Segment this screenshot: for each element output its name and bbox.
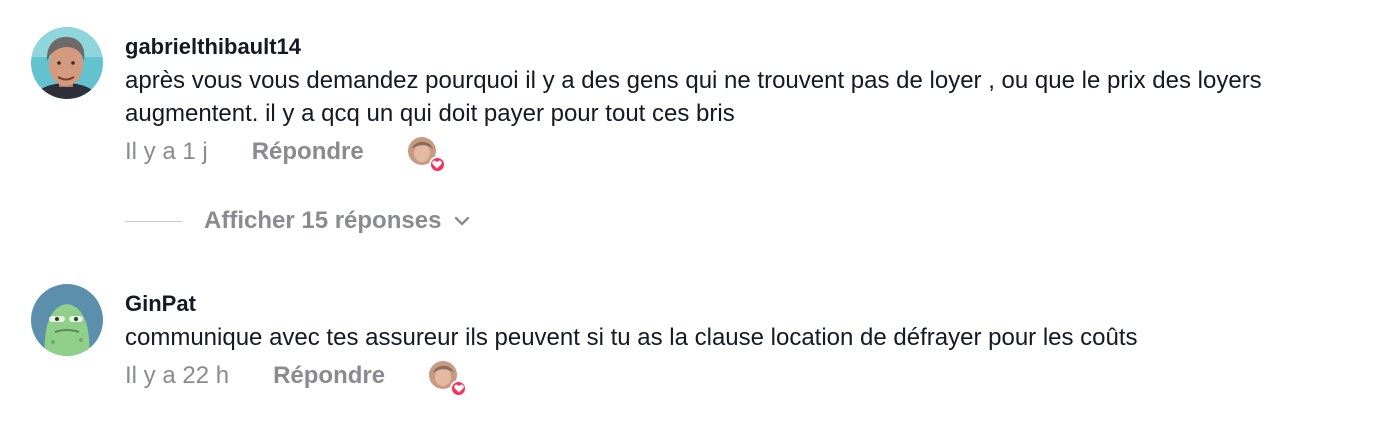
avatar[interactable] [31, 27, 103, 99]
comment-text: communique avec tes assureur ils peuvent… [125, 324, 1138, 351]
heart-icon [428, 156, 446, 173]
chevron-down-icon [453, 215, 471, 227]
user-photo-icon [31, 27, 103, 99]
reply-button[interactable]: Répondre [252, 138, 364, 166]
divider [125, 220, 182, 222]
heart-icon [450, 380, 468, 397]
avatar[interactable] [31, 284, 103, 356]
reply-button[interactable]: Répondre [273, 362, 385, 390]
comment-meta: Il y a 22 h Répondre [125, 361, 468, 397]
comment-text: après vous vous demandez pourquoi il y a… [125, 67, 1262, 127]
creator-liked-indicator [407, 137, 446, 173]
green-character-icon [31, 284, 103, 356]
comment-time: Il y a 1 j [125, 138, 208, 165]
comment-meta: Il y a 1 j Répondre [125, 137, 446, 173]
creator-liked-indicator [429, 361, 468, 397]
view-replies-label: Afficher 15 réponses [204, 207, 442, 234]
comment-username[interactable]: GinPat [125, 291, 196, 317]
comment-username[interactable]: gabrielthibault14 [125, 34, 301, 60]
comment-time: Il y a 22 h [125, 362, 230, 389]
view-replies-button[interactable]: Afficher 15 réponses [125, 205, 471, 237]
